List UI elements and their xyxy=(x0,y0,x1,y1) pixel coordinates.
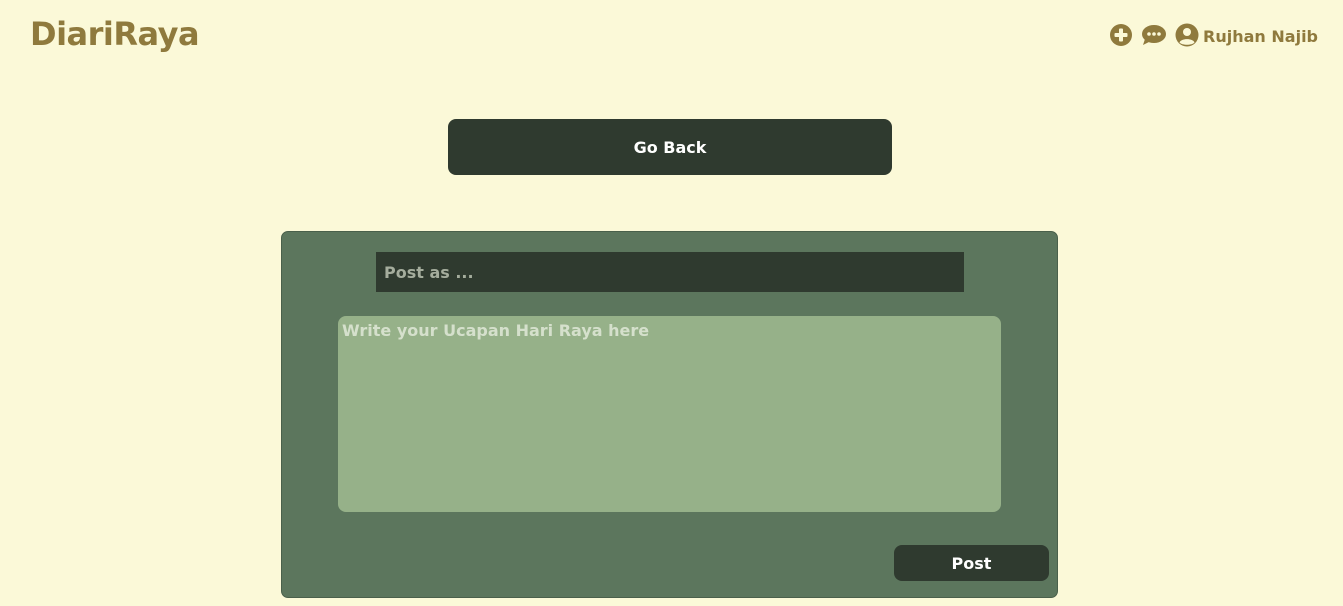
chat-icon[interactable] xyxy=(1141,23,1167,47)
user-nav: Rujhan Najib xyxy=(1109,22,1318,48)
post-as-input[interactable] xyxy=(376,252,964,292)
brand-logo[interactable]: DiariRaya xyxy=(30,14,200,54)
user-circle-icon[interactable] xyxy=(1175,23,1199,47)
header-bar: DiariRaya Rujhan Najib xyxy=(0,0,1343,70)
go-back-button[interactable]: Go Back xyxy=(448,119,892,175)
post-form-card: Post xyxy=(281,231,1058,598)
post-button[interactable]: Post xyxy=(894,545,1049,581)
plus-circle-icon[interactable] xyxy=(1109,23,1133,47)
message-textarea[interactable] xyxy=(338,316,1001,512)
user-name-link[interactable]: Rujhan Najib xyxy=(1203,24,1318,50)
